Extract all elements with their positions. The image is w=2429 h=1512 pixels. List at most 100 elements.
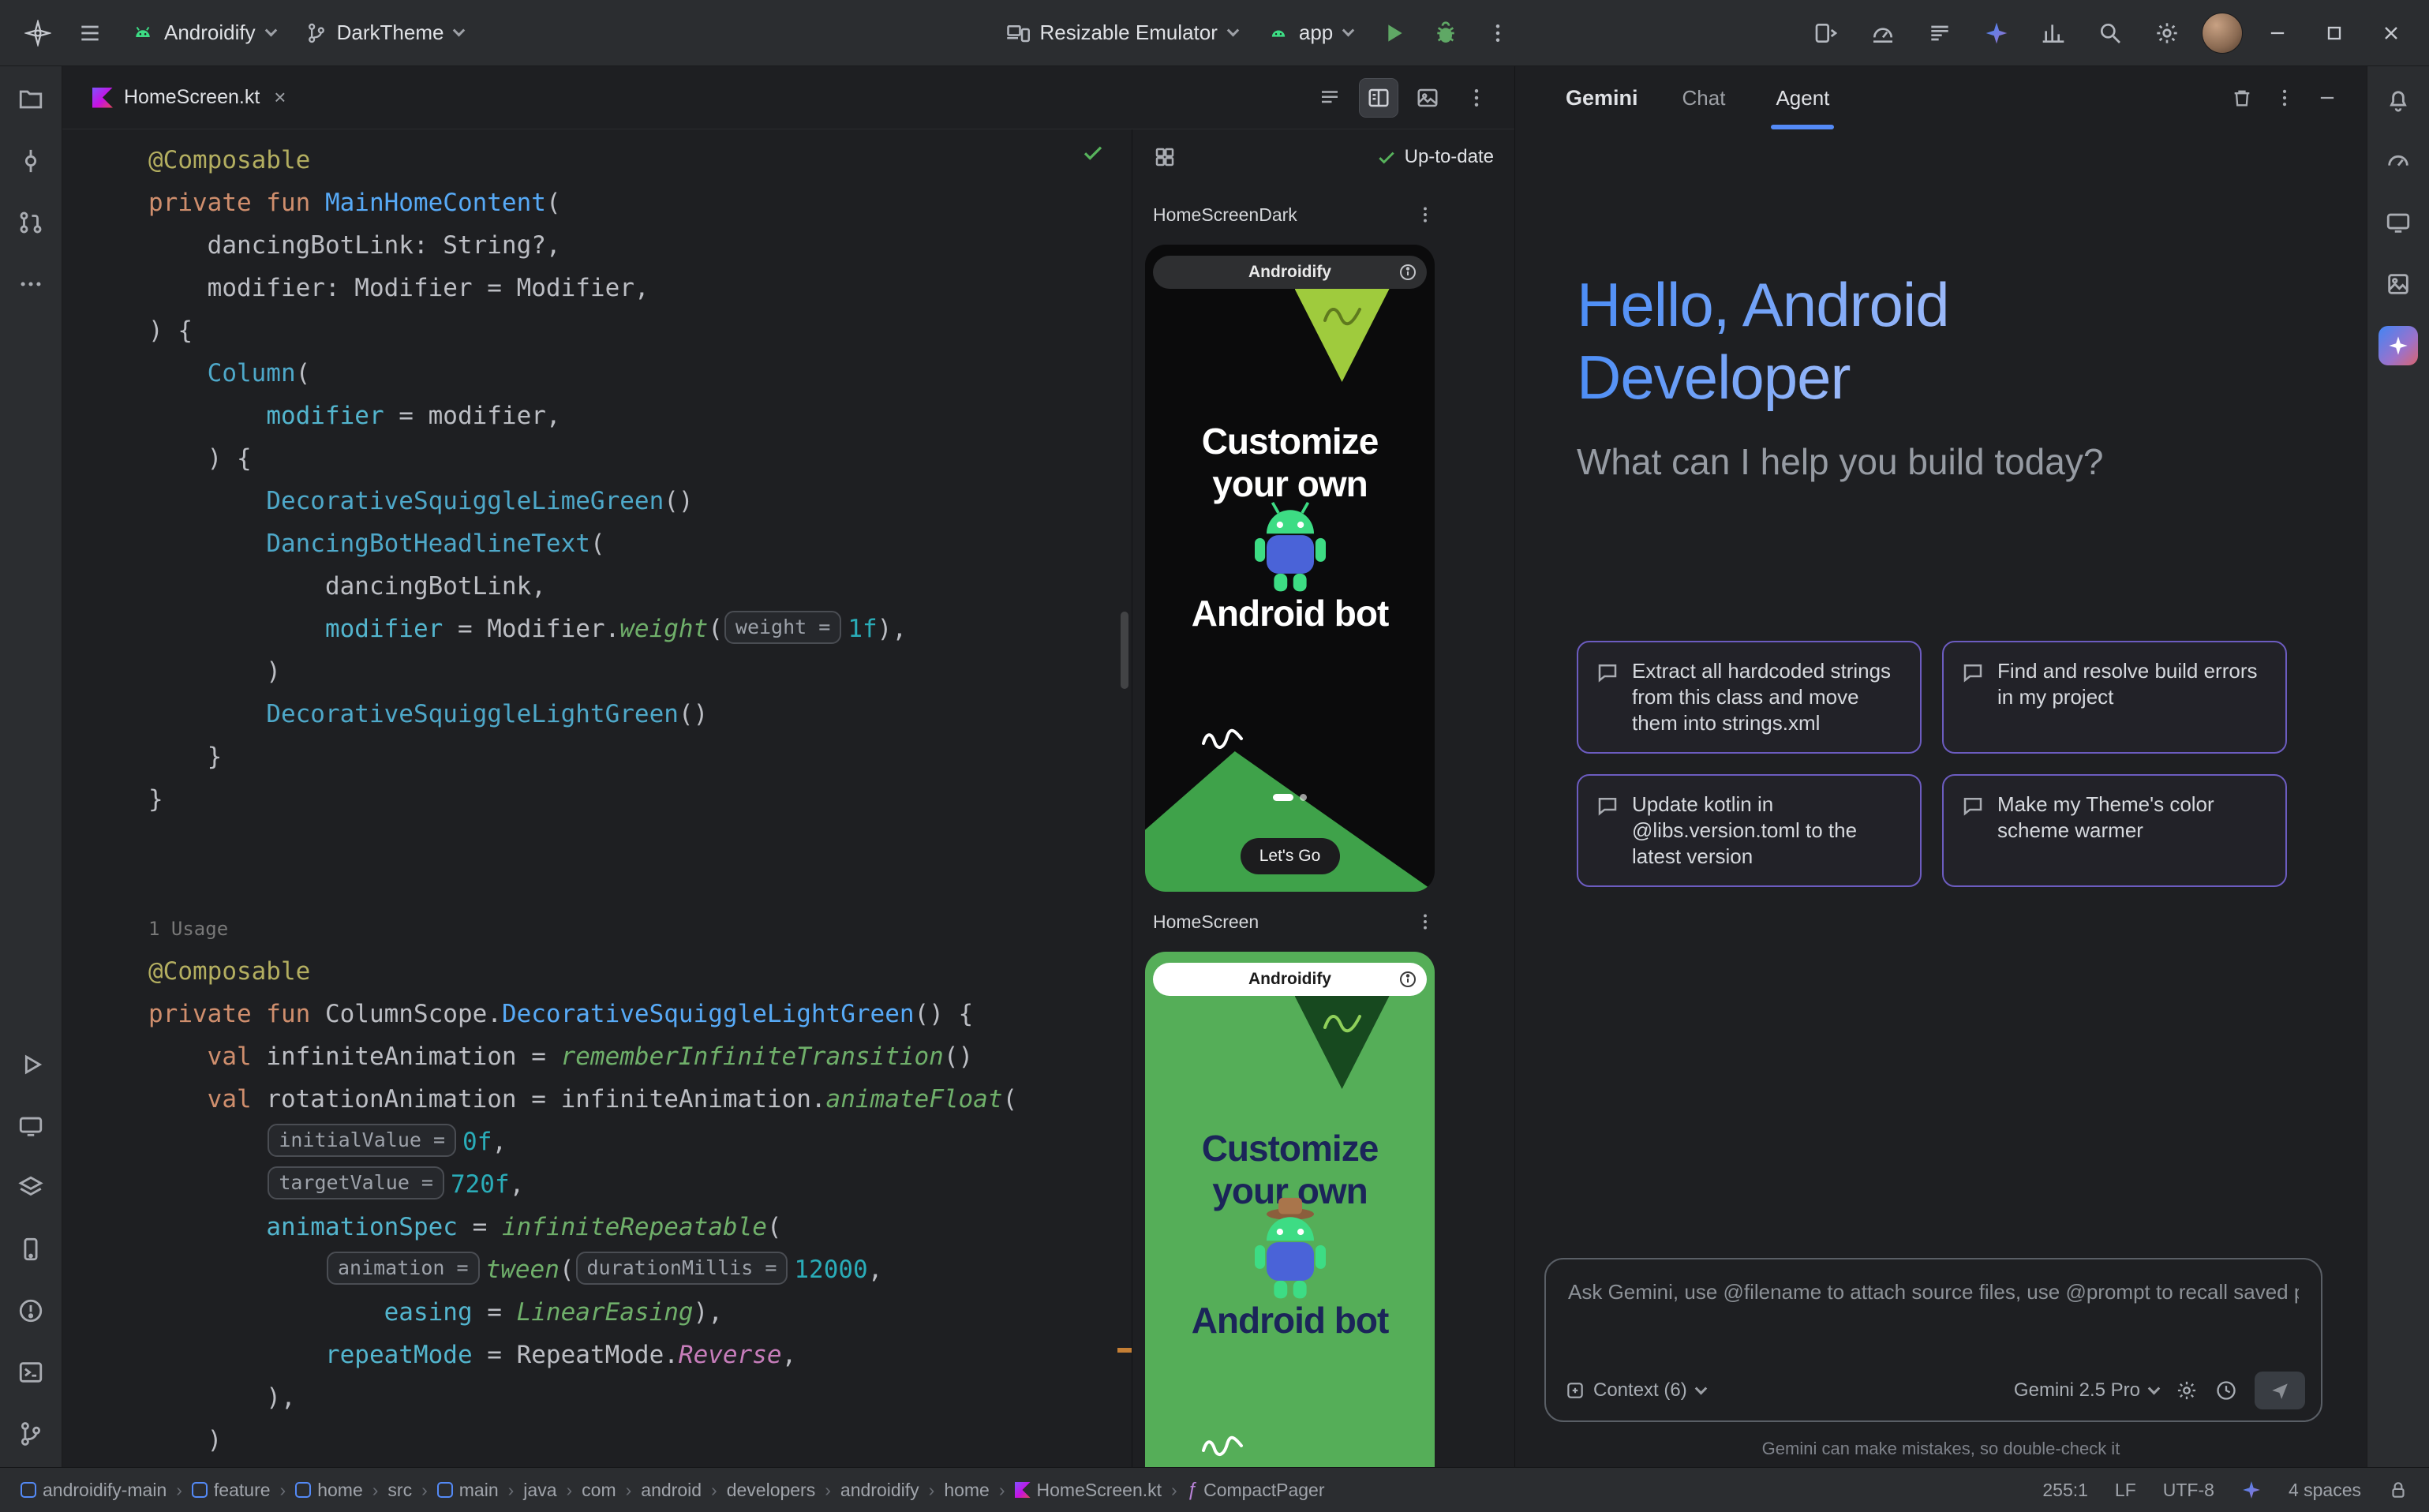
run-config-selector[interactable]: app	[1256, 13, 1364, 53]
suggestion-card[interactable]: Extract all hardcoded strings from this …	[1577, 641, 1922, 754]
editor-scrollbar[interactable]	[1121, 612, 1128, 689]
settings-icon[interactable]	[2145, 11, 2189, 55]
toolbar-more-icon[interactable]	[1476, 11, 1520, 55]
breadcrumb-item[interactable]: feature	[192, 1480, 271, 1501]
breadcrumb-item[interactable]: src	[387, 1480, 412, 1501]
device-selector[interactable]: Resizable Emulator	[995, 13, 1248, 53]
minimize-button[interactable]	[2255, 11, 2300, 55]
maximize-button[interactable]	[2312, 11, 2356, 55]
more-tool-windows-icon[interactable]	[9, 262, 53, 306]
project-tool-icon[interactable]	[9, 77, 53, 122]
profiler-tool-icon[interactable]	[2376, 139, 2420, 183]
run-tool-icon[interactable]	[9, 1042, 53, 1087]
resource-manager-tool-icon[interactable]	[2376, 262, 2420, 306]
running-devices-tool-icon[interactable]	[9, 1104, 53, 1148]
gemini-toolbar-icon[interactable]	[1974, 11, 2019, 55]
compose-preview-panel: Up-to-date HomeScreenDark Androidify	[1132, 129, 1514, 1467]
preview-label-homescreen: HomeScreen	[1132, 892, 1514, 952]
logcat-icon[interactable]	[1918, 11, 1962, 55]
breadcrumb-item[interactable]: java	[523, 1480, 556, 1501]
preview-kebab-icon[interactable]	[1415, 911, 1435, 932]
version-control-tool-icon[interactable]	[9, 1412, 53, 1456]
suggestion-card[interactable]: Update kotlin in @libs.version.toml to t…	[1577, 774, 1922, 887]
design-view-button[interactable]	[1409, 79, 1447, 117]
android-icon	[131, 21, 155, 45]
problems-tool-icon[interactable]	[9, 1289, 53, 1333]
breadcrumb-item[interactable]: developers	[727, 1480, 816, 1501]
breadcrumb-item[interactable]: home	[944, 1480, 990, 1501]
model-selector[interactable]: Gemini 2.5 Pro	[2014, 1379, 2158, 1402]
indent-setting[interactable]: 4 spaces	[2289, 1480, 2361, 1501]
gemini-kebab-icon[interactable]	[2274, 87, 2296, 109]
build-variants-tool-icon[interactable]	[9, 1166, 53, 1210]
breadcrumb-item[interactable]: com	[582, 1480, 616, 1501]
close-button[interactable]	[2369, 11, 2413, 55]
gemini-header: Gemini Chat Agent	[1515, 66, 2367, 129]
app-insights-icon[interactable]	[2031, 11, 2075, 55]
pull-requests-tool-icon[interactable]	[9, 200, 53, 245]
file-encoding[interactable]: UTF-8	[2163, 1480, 2214, 1501]
terminal-tool-icon[interactable]	[9, 1350, 53, 1394]
send-button[interactable]	[2255, 1372, 2305, 1409]
breadcrumb-item[interactable]: android	[641, 1480, 702, 1501]
split-view-button[interactable]	[1360, 79, 1398, 117]
inspections-ok-check-icon[interactable]	[1081, 140, 1105, 164]
branch-selector[interactable]: DarkTheme	[294, 13, 475, 53]
breadcrumb-item[interactable]: androidify	[840, 1480, 919, 1501]
editor-tab-homescreen[interactable]: HomeScreen.kt ×	[78, 66, 300, 129]
suggestion-cards: Extract all hardcoded strings from this …	[1577, 641, 2287, 887]
preview-layout-icon[interactable]	[1153, 145, 1177, 169]
gemini-prompt-input[interactable]	[1566, 1272, 2300, 1312]
android-studio-logo-icon	[16, 11, 60, 55]
breadcrumb-item[interactable]: main	[437, 1480, 499, 1501]
breadcrumb-item[interactable]: HomeScreen.kt	[1015, 1480, 1162, 1501]
commit-tool-icon[interactable]	[9, 139, 53, 183]
chevron-down-icon	[1694, 1382, 1707, 1394]
device-manager-tool-icon[interactable]	[9, 1227, 53, 1271]
caret-position[interactable]: 255:1	[2042, 1480, 2088, 1501]
project-name: Androidify	[164, 21, 256, 45]
chevron-down-icon	[264, 24, 277, 37]
project-selector[interactable]: Androidify	[120, 13, 286, 53]
breadcrumb-separator: ›	[999, 1480, 1005, 1501]
profiler-icon[interactable]	[1861, 11, 1905, 55]
module-icon	[192, 1482, 208, 1498]
preview-phone-light[interactable]: Androidify Customize your own	[1145, 952, 1435, 1467]
tab-agent[interactable]: Agent	[1776, 66, 1829, 129]
module-icon	[437, 1482, 453, 1498]
line-ending[interactable]: LF	[2115, 1480, 2136, 1501]
debug-button[interactable]	[1424, 11, 1468, 55]
notifications-icon[interactable]	[2376, 77, 2420, 122]
preview-phone-dark[interactable]: Androidify Customize your own	[1145, 245, 1435, 892]
app-module-icon	[1267, 22, 1289, 44]
breadcrumb-separator: ›	[825, 1480, 831, 1501]
editor-options-kebab-icon[interactable]	[1458, 79, 1495, 117]
run-button[interactable]	[1372, 11, 1416, 55]
close-tab-icon[interactable]: ×	[274, 85, 286, 110]
code-editor[interactable]: @Composableprivate fun MainHomeContent( …	[62, 129, 1132, 1467]
hide-panel-icon[interactable]	[2316, 87, 2338, 109]
breadcrumb-item[interactable]: home	[295, 1480, 363, 1501]
device-streaming-icon[interactable]	[1804, 11, 1848, 55]
lock-icon[interactable]	[2388, 1480, 2408, 1500]
running-devices-tool-icon[interactable]	[2376, 200, 2420, 245]
gemini-tool-icon[interactable]	[2376, 324, 2420, 368]
history-icon[interactable]	[2215, 1379, 2237, 1402]
editor-area: HomeScreen.kt ×	[62, 66, 1514, 1467]
gemini-settings-icon[interactable]	[2176, 1379, 2198, 1402]
context-selector[interactable]: Context (6)	[1565, 1379, 1705, 1402]
suggestion-card[interactable]: Make my Theme's color scheme warmer	[1942, 774, 2287, 887]
chat-bubble-icon	[1961, 661, 1985, 736]
ai-spark-icon[interactable]	[2241, 1480, 2262, 1500]
breadcrumb-item[interactable]: androidify-main	[21, 1480, 167, 1501]
code-view-button[interactable]	[1311, 79, 1349, 117]
tab-chat[interactable]: Chat	[1682, 66, 1726, 129]
avatar[interactable]	[2202, 13, 2243, 54]
trash-icon[interactable]	[2231, 87, 2253, 109]
search-icon[interactable]	[2088, 11, 2132, 55]
main-menu-icon[interactable]	[68, 11, 112, 55]
squiggle-decoration	[1200, 1433, 1244, 1457]
breadcrumb-item[interactable]: ƒCompactPager	[1187, 1479, 1325, 1501]
preview-kebab-icon[interactable]	[1415, 204, 1435, 225]
suggestion-card[interactable]: Find and resolve build errors in my proj…	[1942, 641, 2287, 754]
